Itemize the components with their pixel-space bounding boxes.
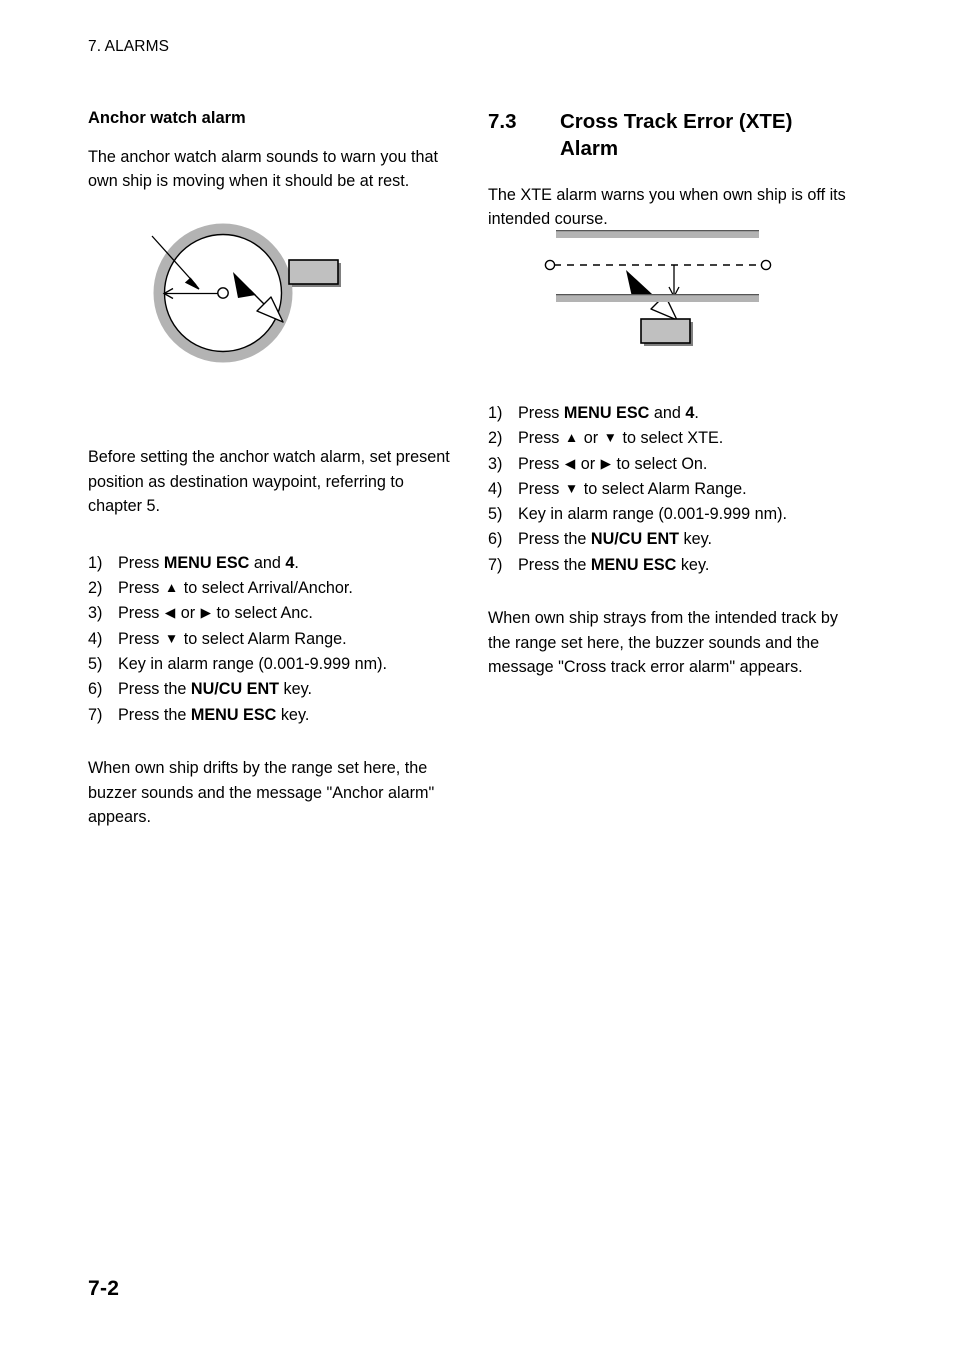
step-text: Press the NU/CU ENT key. [518, 530, 713, 549]
step-number: 6) [488, 530, 503, 549]
down-arrow-key-icon: ▼ [164, 630, 179, 646]
step-text: Key in alarm range (0.001-9.999 nm). [518, 505, 788, 524]
step-number: 5) [488, 505, 503, 524]
xte-steps-list: 1) Press MENU ESC and 4. 2) Press ▲ or ▼… [488, 401, 854, 577]
list-item: 4) Press ▼ to select Alarm Range. [488, 477, 854, 501]
right-column-continued: 1) Press MENU ESC and 4. 2) Press ▲ or ▼… [488, 401, 854, 684]
left-column-continued: Before setting the anchor watch alarm, s… [88, 445, 454, 834]
anchor-watch-outro-paragraph: When own ship drifts by the range set he… [88, 758, 435, 827]
list-item: 7) Press the MENU ESC key. [88, 703, 454, 727]
destination-waypoint [217, 287, 229, 299]
list-item: 5) Key in alarm range (0.001-9.999 nm). [88, 652, 454, 676]
section-number: 7.3 [488, 110, 517, 133]
step-number: 2) [88, 579, 103, 598]
left-arrow-key-icon: ◀ [164, 605, 176, 621]
step-text: Press the MENU ESC key. [118, 705, 310, 724]
list-item: 6) Press the NU/CU ENT key. [88, 677, 454, 701]
step-number: 1) [88, 553, 103, 572]
list-item: 1) Press MENU ESC and 4. [488, 401, 854, 425]
step-text: Press ▼ to select Alarm Range. [518, 479, 747, 498]
step-text: Key in alarm range (0.001-9.999 nm). [118, 655, 388, 674]
up-arrow-key-icon: ▲ [164, 580, 179, 596]
list-item: 3) Press ◀ or ▶ to select On. [488, 452, 854, 476]
list-item: 2) Press ▲ or ▼ to select XTE. [488, 426, 854, 450]
down-arrow-key-icon: ▼ [564, 480, 579, 496]
list-item: 3) Press ◀ or ▶ to select Anc. [88, 601, 454, 625]
list-item: 1) Press MENU ESC and 4. [88, 551, 454, 575]
step-number: 7) [88, 705, 103, 724]
running-header: 7. ALARMS [88, 38, 170, 55]
list-item: 7) Press the MENU ESC key. [488, 553, 854, 577]
step-text: Press ▲ to select Arrival/Anchor. [118, 579, 353, 598]
section-title: Cross Track Error (XTE) Alarm [560, 110, 793, 161]
step-number: 3) [488, 454, 503, 473]
left-arrow-key-icon: ◀ [564, 455, 576, 471]
track-limit-upper [556, 229, 759, 238]
step-number: 6) [88, 680, 103, 699]
right-arrow-key-icon: ▶ [600, 455, 612, 471]
step-text: Press MENU ESC and 4. [518, 404, 699, 422]
step-text: Press ▲ or ▼ to select XTE. [518, 429, 724, 448]
anchor-watch-intro-paragraph: The anchor watch alarm sounds to warn yo… [88, 147, 439, 191]
left-column: Anchor watch alarm The anchor watch alar… [88, 108, 454, 198]
step-number: 3) [88, 604, 103, 623]
step-number: 4) [88, 629, 103, 648]
list-item: 2) Press ▲ to select Arrival/Anchor. [88, 576, 454, 600]
destination-waypoint [760, 259, 772, 271]
anchor-watch-note-paragraph: Before setting the anchor watch alarm, s… [88, 448, 450, 516]
down-arrow-key-icon: ▼ [603, 430, 618, 446]
track-limit-lower [556, 293, 759, 302]
right-column: 7.3 Cross Track Error (XTE) Alarm The XT… [488, 108, 854, 236]
manual-page: 7. ALARMS Anchor watch alarm The anchor … [0, 0, 954, 1351]
step-text: Press ◀ or ▶ to select On. [518, 454, 708, 473]
step-number: 7) [488, 555, 503, 574]
step-number: 1) [488, 404, 503, 422]
callout-box [288, 259, 341, 287]
up-arrow-key-icon: ▲ [564, 430, 579, 446]
start-waypoint [544, 259, 556, 271]
step-text: Press MENU ESC and 4. [118, 553, 299, 572]
step-text: Press ◀ or ▶ to select Anc. [118, 604, 313, 623]
list-item: 4) Press ▼ to select Alarm Range. [88, 627, 454, 651]
callout-box [640, 318, 693, 346]
anchor-watch-steps-list: 1) Press MENU ESC and 4. 2) Press ▲ to s… [88, 551, 454, 727]
step-number: 2) [488, 429, 503, 448]
step-text: Press the MENU ESC key. [518, 555, 710, 574]
step-number: 5) [88, 655, 103, 674]
xte-range-arrow [668, 265, 680, 298]
xte-outro-paragraph: When own ship strays from the intended t… [488, 609, 838, 677]
anchor-watch-alarm-diagram [140, 222, 380, 370]
step-text: Press ▼ to select Alarm Range. [118, 629, 347, 648]
page-number: 7-2 [88, 1277, 120, 1300]
cross-track-error-diagram [528, 218, 798, 354]
step-text: Press the NU/CU ENT key. [118, 680, 313, 699]
section-heading: 7.3 Cross Track Error (XTE) Alarm [488, 108, 854, 163]
anchor-watch-alarm-heading: Anchor watch alarm [88, 109, 246, 127]
list-item: 5) Key in alarm range (0.001-9.999 nm). [488, 502, 854, 526]
list-item: 6) Press the NU/CU ENT key. [488, 527, 854, 551]
right-arrow-key-icon: ▶ [200, 605, 212, 621]
step-number: 4) [488, 479, 503, 498]
